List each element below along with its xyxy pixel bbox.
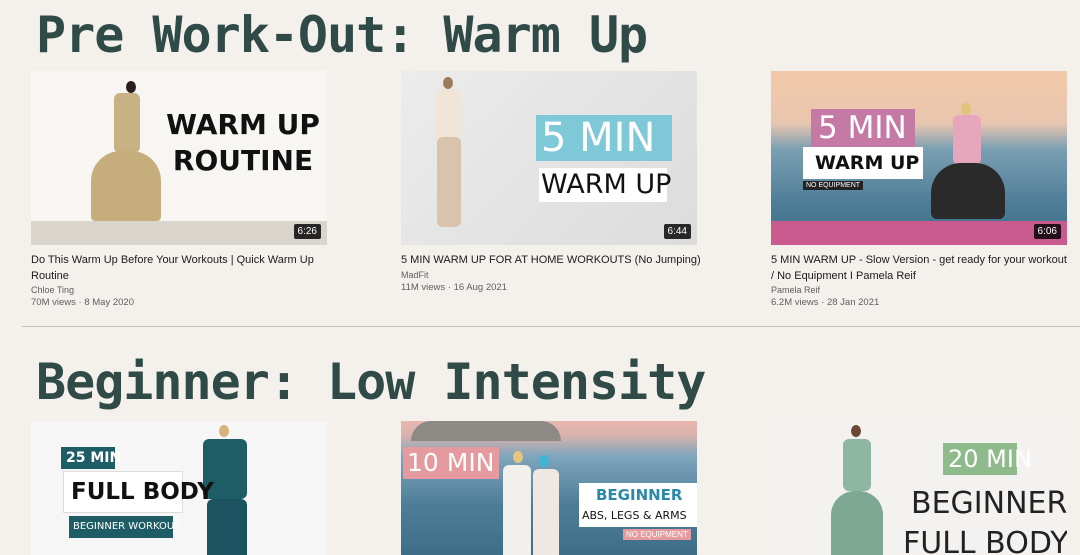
thumbnail-text: WARM UP ROUTINE: [166, 108, 320, 177]
thumbnail-text: NO EQUIPMENT: [803, 181, 864, 190]
thumbnail-text: FULL BODY: [903, 526, 1067, 555]
upload-date: 28 Jan 2021: [826, 297, 880, 308]
view-count: 70M views: [31, 297, 76, 308]
thumbnail-text: BEGINNER: [596, 486, 683, 504]
thumbnail-text: WARM UP: [815, 152, 920, 174]
thumbnail-text: FULL BODY: [71, 479, 214, 505]
person-figure: [961, 103, 971, 115]
video-card[interactable]: WARM UP ROUTINE 6:26 Do This Warm Up Bef…: [31, 71, 327, 308]
video-meta: 70M views · 8 May 2020: [31, 297, 134, 308]
video-title[interactable]: 5 MIN WARM UP FOR AT HOME WORKOUTS (No J…: [401, 253, 701, 269]
thumbnail-text: 5 MIN: [541, 115, 656, 161]
channel-name[interactable]: Pamela Reif: [771, 285, 1067, 295]
channel-name[interactable]: MadFit: [401, 270, 697, 280]
video-thumbnail[interactable]: 5 MIN WARM UP NO EQUIPMENT 6:06: [771, 71, 1067, 245]
person-figure: [513, 451, 523, 463]
person-figure: [443, 77, 453, 89]
section-title-beginner: Beginner: Low Intensity: [36, 353, 706, 411]
upload-date: 16 Aug 2021: [453, 281, 507, 293]
section-divider: [22, 326, 1080, 327]
thumbnail-text: NO EQUIPMENT: [623, 529, 691, 540]
video-thumbnail[interactable]: 20 MIN BEGINNER FULL BODY: [771, 421, 1067, 555]
thumbnail-text: ABS, LEGS & ARMS: [582, 509, 687, 522]
thumbnail-text: BEGINNER: [911, 486, 1067, 521]
thumbnail-text: BEGINNER WORKOUT: [73, 521, 181, 532]
channel-name[interactable]: Chloe Ting: [31, 285, 327, 295]
video-meta: 11M views · 16 Aug 2021: [401, 281, 507, 293]
video-card[interactable]: 5 MIN WARM UP 6:44 5 MIN WARM UP FOR AT …: [401, 71, 701, 293]
video-card[interactable]: 20 MIN BEGINNER FULL BODY: [771, 421, 1067, 555]
video-duration: 6:26: [293, 224, 321, 239]
thumbnail-text: 5 MIN: [818, 110, 907, 146]
thumbnail-text: 25 MIN: [66, 450, 122, 466]
video-card[interactable]: 5 MIN WARM UP NO EQUIPMENT 6:06 5 MIN WA…: [771, 71, 1067, 308]
video-thumbnail[interactable]: WARM UP ROUTINE 6:26: [31, 71, 327, 245]
video-title[interactable]: 5 MIN WARM UP - Slow Version - get ready…: [771, 253, 1071, 284]
video-card[interactable]: 25 MIN FULL BODY BEGINNER WORKOUT: [31, 421, 327, 555]
thumbnail-text: 10 MIN: [407, 448, 495, 477]
person-figure: [219, 425, 229, 437]
upload-date: 8 May 2020: [84, 297, 134, 308]
person-figure: [851, 425, 861, 437]
video-meta: 6.2M views · 28 Jan 2021: [771, 297, 880, 308]
video-title[interactable]: Do This Warm Up Before Your Workouts | Q…: [31, 253, 331, 284]
video-thumbnail[interactable]: 5 MIN WARM UP 6:44: [401, 71, 697, 245]
video-duration: 6:44: [663, 224, 691, 239]
video-duration: 6:06: [1033, 224, 1061, 239]
view-count: 11M views: [401, 281, 446, 293]
video-card[interactable]: 10 MIN BEGINNER ABS, LEGS & ARMS NO EQUI…: [401, 421, 697, 555]
video-thumbnail[interactable]: 25 MIN FULL BODY BEGINNER WORKOUT: [31, 421, 327, 555]
thumbnail-text: WARM UP: [541, 169, 672, 200]
view-count: 6.2M views: [771, 297, 819, 308]
video-thumbnail[interactable]: 10 MIN BEGINNER ABS, LEGS & ARMS NO EQUI…: [401, 421, 697, 555]
thumbnail-text: 20 MIN: [948, 445, 1032, 473]
person-figure: [126, 81, 136, 93]
section-title-warm-up: Pre Work-Out: Warm Up: [36, 6, 648, 64]
